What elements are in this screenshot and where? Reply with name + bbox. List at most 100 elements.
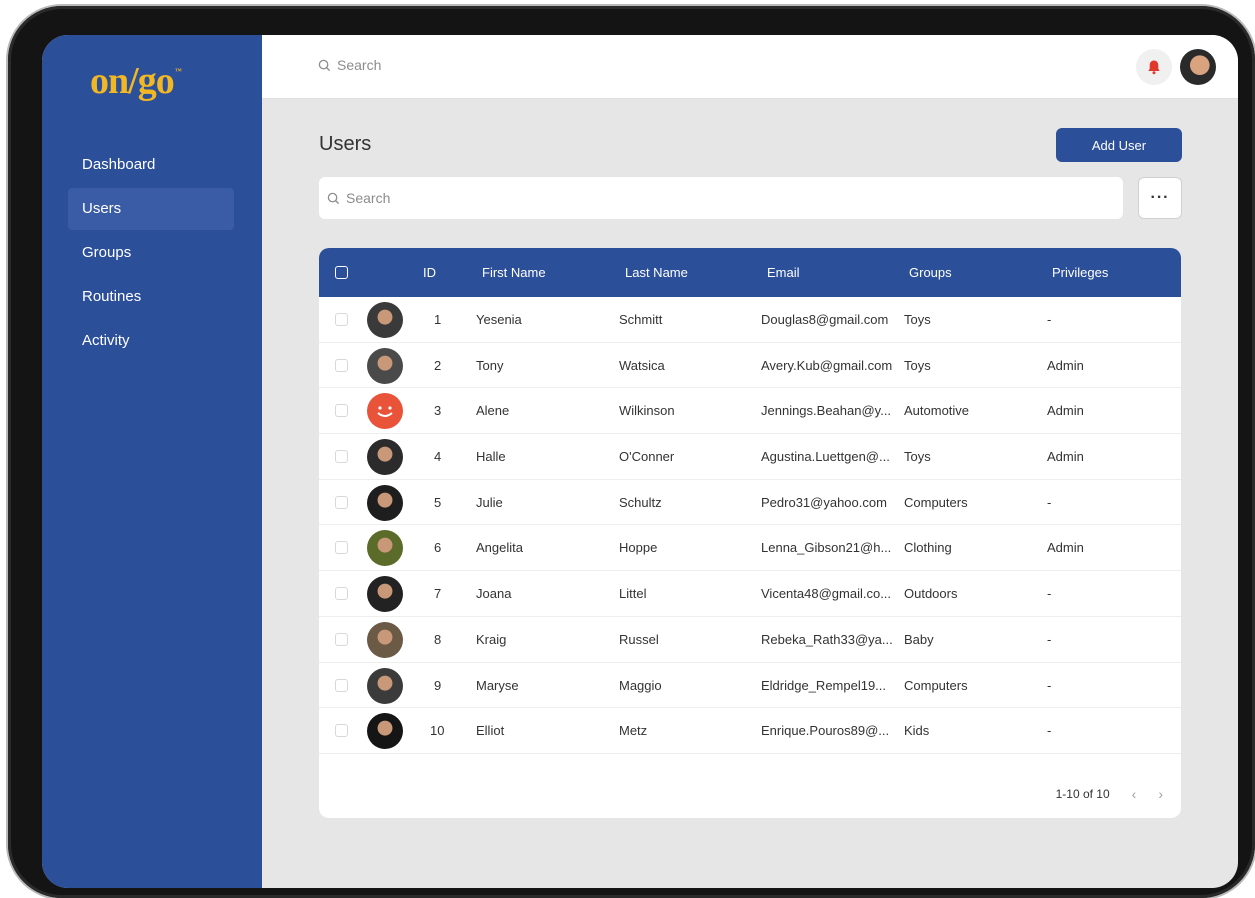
cell-email: Eldridge_Rempel19... <box>761 677 887 693</box>
table-row[interactable]: 7 Joana Littel Vicenta48@gmail.co... Outdoor… <box>319 571 1181 617</box>
cell-privileges: Admin <box>1047 540 1084 556</box>
cell-first-name: Alene <box>476 403 510 419</box>
cell-last-name: Russel <box>619 631 659 647</box>
cell-id: 4 <box>434 449 442 465</box>
row-checkbox[interactable] <box>335 541 348 555</box>
smiley-icon <box>377 406 393 418</box>
cell-last-name: Littel <box>619 586 647 602</box>
table-row[interactable]: 10 Elliot Metz Enrique.Pouros89@... Kids - <box>319 708 1181 754</box>
cell-id: 9 <box>434 677 442 693</box>
cell-last-name: Schmitt <box>619 312 663 327</box>
prev-page-icon[interactable]: ‹ <box>1132 786 1137 802</box>
notifications-button[interactable] <box>1136 49 1172 85</box>
row-checkbox[interactable] <box>335 404 348 418</box>
cell-first-name: Julie <box>476 494 503 510</box>
cell-privileges: - <box>1047 494 1052 510</box>
cell-last-name: Metz <box>619 723 648 739</box>
cell-last-name: Watsica <box>619 357 665 373</box>
row-checkbox[interactable] <box>335 313 348 326</box>
global-search-placeholder: Search <box>337 57 382 73</box>
row-checkbox[interactable] <box>335 358 348 372</box>
logo: on/go™ <box>90 60 182 102</box>
user-avatar <box>367 439 403 476</box>
row-checkbox[interactable] <box>335 632 348 646</box>
table-row[interactable]: 2 Tony Watsica Avery.Kub@gmail.com Toys Admin <box>319 343 1181 389</box>
cell-group: Clothing <box>904 540 952 556</box>
header-first-name[interactable]: First Name <box>482 248 546 297</box>
row-checkbox[interactable] <box>335 678 348 692</box>
sidebar-item-activity[interactable]: Activity <box>68 320 234 362</box>
cell-privileges: - <box>1047 312 1052 327</box>
global-search[interactable]: Search <box>318 57 381 73</box>
cell-first-name: Maryse <box>476 677 519 693</box>
user-avatar <box>367 530 403 567</box>
next-page-icon[interactable]: › <box>1158 786 1163 802</box>
cell-email: Agustina.Luettgen@... <box>761 449 890 465</box>
cell-id: 5 <box>434 494 442 510</box>
table-row[interactable]: 5 Julie Schultz Pedro31@yahoo.com Computers - <box>319 480 1181 526</box>
table-row[interactable]: 3 Alene Wilkinson Jennings.Beahan@y... Autom… <box>319 388 1181 435</box>
cell-privileges: - <box>1047 586 1052 602</box>
user-avatar <box>367 302 403 338</box>
more-options-button[interactable]: ··· <box>1138 177 1182 219</box>
sidebar-item-groups[interactable]: Groups <box>68 232 234 274</box>
cell-last-name: Wilkinson <box>619 403 675 419</box>
cell-email: Vicenta48@gmail.co... <box>761 586 892 602</box>
profile-avatar[interactable] <box>1180 49 1216 85</box>
select-all-checkbox[interactable] <box>335 266 348 279</box>
cell-group: Computers <box>904 677 968 693</box>
cell-id: 8 <box>434 631 442 647</box>
user-search-input[interactable] <box>346 190 1046 206</box>
cell-first-name: Joana <box>476 586 512 602</box>
user-avatar <box>367 393 403 430</box>
cell-last-name: Maggio <box>619 677 662 693</box>
header-groups[interactable]: Groups <box>909 248 952 297</box>
row-checkbox[interactable] <box>335 450 348 464</box>
row-checkbox[interactable] <box>335 495 348 509</box>
sidebar-item-dashboard[interactable]: Dashboard <box>68 144 234 186</box>
row-checkbox[interactable] <box>335 587 348 601</box>
cell-last-name: O'Conner <box>619 449 675 465</box>
cell-privileges: - <box>1047 677 1052 693</box>
cell-id: 1 <box>434 312 442 327</box>
cell-first-name: Elliot <box>476 723 505 739</box>
cell-privileges: - <box>1047 723 1052 739</box>
table-row[interactable]: 8 Kraig Russel Rebeka_Rath33@ya... Baby - <box>319 617 1181 663</box>
search-icon <box>327 192 340 204</box>
table-row[interactable]: 9 Maryse Maggio Eldridge_Rempel19... Compute… <box>319 663 1181 709</box>
cell-first-name: Yesenia <box>476 312 522 327</box>
row-checkbox[interactable] <box>335 724 348 738</box>
cell-first-name: Tony <box>476 357 504 373</box>
header-id[interactable]: ID <box>423 248 436 297</box>
user-avatar <box>367 576 403 613</box>
cell-privileges: Admin <box>1047 403 1084 419</box>
user-avatar <box>367 347 403 384</box>
tablet-frame: on/go™ Dashboard Users Groups Routines Activ… <box>8 6 1255 898</box>
cell-privileges: Admin <box>1047 357 1084 373</box>
add-user-button[interactable]: Add User <box>1056 128 1182 162</box>
cell-email: Jennings.Beahan@y... <box>761 403 892 419</box>
cell-last-name: Schultz <box>619 494 662 510</box>
sidebar-item-routines[interactable]: Routines <box>68 276 234 318</box>
cell-group: Outdoors <box>904 586 958 602</box>
cell-group: Toys <box>904 357 931 373</box>
header-privileges[interactable]: Privileges <box>1052 248 1108 297</box>
header-last-name[interactable]: Last Name <box>625 248 688 297</box>
bell-icon <box>1148 60 1160 75</box>
cell-group: Computers <box>904 494 968 510</box>
user-avatar <box>367 621 403 658</box>
cell-group: Kids <box>904 723 930 739</box>
sidebar-item-users[interactable]: Users <box>68 188 234 230</box>
header-email[interactable]: Email <box>767 248 800 297</box>
table-row[interactable]: 4 Halle O'Conner Agustina.Luettgen@... Toys A… <box>319 434 1181 480</box>
table-row[interactable]: 1 Yesenia Schmitt Douglas8@gmail.com Toys - <box>319 297 1181 343</box>
cell-email: Pedro31@yahoo.com <box>761 494 887 510</box>
topbar: Search <box>262 35 1238 99</box>
cell-first-name: Angelita <box>476 540 523 556</box>
pagination: 1-10 of 10 ‹ › <box>1056 786 1163 802</box>
cell-group: Toys <box>904 449 931 465</box>
cell-last-name: Hoppe <box>619 540 658 556</box>
table-row[interactable]: 6 Angelita Hoppe Lenna_Gibson21@h... Clothin… <box>319 525 1181 572</box>
cell-privileges: Admin <box>1047 449 1084 465</box>
user-search <box>319 177 1123 219</box>
